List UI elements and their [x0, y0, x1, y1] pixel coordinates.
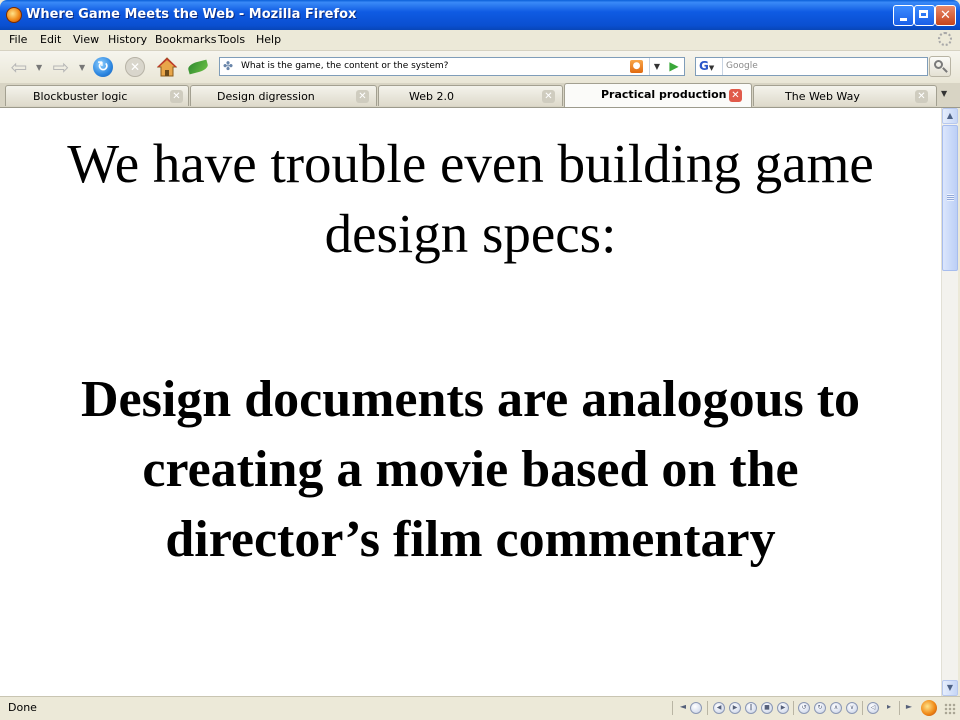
menu-tools[interactable]: Tools: [218, 33, 245, 46]
menu-help[interactable]: Help: [256, 33, 281, 46]
tab-design-digression[interactable]: Design digression ✕: [190, 85, 377, 106]
search-engine-glyph: G: [699, 59, 709, 73]
close-button[interactable]: ✕: [935, 5, 956, 26]
scroll-left-icon[interactable]: ◄: [677, 702, 689, 714]
tab-label: Web 2.0: [409, 90, 454, 103]
tab-web-2[interactable]: Web 2.0 ✕: [378, 85, 563, 106]
scrollbar-thumb[interactable]: [942, 125, 958, 271]
tab-label: The Web Way: [785, 90, 860, 103]
status-bar: Done ◄ ◀ ▶ ‖ ■ ▶ ↺ ↻ ∧ ∨ ◁ ▸ ►: [0, 696, 960, 720]
stop-icon[interactable]: ✕: [125, 57, 145, 77]
menu-history[interactable]: History: [108, 33, 147, 46]
reload-icon[interactable]: ↻: [93, 57, 113, 77]
menu-bookmarks[interactable]: Bookmarks: [155, 33, 216, 46]
tab-close-icon[interactable]: ✕: [915, 90, 928, 103]
tab-close-icon[interactable]: ✕: [542, 90, 555, 103]
leaf-icon[interactable]: [187, 59, 209, 75]
back-arrow-icon[interactable]: ⇦: [8, 57, 30, 77]
minimize-icon: [900, 18, 907, 21]
resize-grip-icon[interactable]: [944, 703, 956, 715]
tab-close-icon[interactable]: ✕: [729, 89, 742, 102]
media-pause-icon[interactable]: ‖: [745, 702, 757, 714]
volume-icon[interactable]: ◁: [867, 702, 879, 714]
tab-label: Blockbuster logic: [33, 90, 128, 103]
shuffle-icon[interactable]: ∨: [846, 702, 858, 714]
firefox-icon: [6, 7, 22, 23]
vertical-scrollbar[interactable]: ▲ ▼: [941, 108, 958, 696]
menu-file[interactable]: File: [9, 33, 27, 46]
page-favicon-icon: ✤: [223, 59, 234, 73]
addon-status-icon[interactable]: [690, 702, 702, 714]
go-arrow-icon[interactable]: ▶: [667, 59, 681, 73]
home-icon[interactable]: [156, 56, 178, 78]
maximize-icon: [919, 10, 928, 18]
slide-point-line-2: creating a movie based on the: [142, 441, 799, 498]
search-bar[interactable]: G▼ Google: [695, 57, 928, 76]
forward-icon[interactable]: ↻: [814, 702, 826, 714]
tab-practical-production[interactable]: Practical production ✕: [564, 83, 752, 107]
menu-bar: File Edit View History Bookmarks Tools H…: [0, 30, 960, 51]
media-next-icon[interactable]: ▶: [777, 702, 789, 714]
tab-bar: Blockbuster logic ✕ Design digression ✕ …: [0, 83, 960, 108]
scroll-down-arrow-icon[interactable]: ▼: [942, 680, 958, 696]
rewind-icon[interactable]: ↺: [798, 702, 810, 714]
tab-blockbuster-logic[interactable]: Blockbuster logic ✕: [5, 85, 189, 106]
media-play-icon[interactable]: ▶: [729, 702, 741, 714]
search-engine-icon[interactable]: G▼: [697, 58, 723, 75]
scroll-up-arrow-icon[interactable]: ▲: [942, 108, 958, 124]
media-stop-icon[interactable]: ■: [761, 702, 773, 714]
tab-label: Design digression: [217, 90, 315, 103]
slide-point-line-3: director’s film commentary: [165, 511, 776, 568]
repeat-icon[interactable]: ∧: [830, 702, 842, 714]
close-icon: ✕: [940, 8, 951, 23]
tab-close-icon[interactable]: ✕: [356, 90, 369, 103]
slide-intro-line-2: design specs:: [324, 203, 617, 264]
firefox-status-icon[interactable]: [921, 700, 937, 716]
forward-arrow-icon[interactable]: ⇨: [50, 57, 72, 77]
url-text[interactable]: What is the game, the content or the sys…: [241, 61, 448, 71]
back-history-dropdown-icon[interactable]: ▼: [36, 63, 42, 72]
volume-slider-arrow-icon[interactable]: ▸: [883, 702, 895, 714]
search-input[interactable]: Google: [726, 61, 758, 71]
menu-view[interactable]: View: [73, 33, 99, 46]
media-previous-icon[interactable]: ◀: [713, 702, 725, 714]
minimize-button[interactable]: [893, 5, 914, 26]
forward-history-dropdown-icon[interactable]: ▼: [79, 63, 85, 72]
menu-edit[interactable]: Edit: [40, 33, 61, 46]
url-history-dropdown-icon[interactable]: ▼: [649, 58, 664, 75]
maximize-button[interactable]: [914, 5, 935, 26]
throbber-icon: [938, 32, 952, 46]
page-content: We have trouble even building game desig…: [0, 108, 941, 696]
slide-point-line-1: Design documents are analogous to: [80, 371, 861, 428]
tab-the-web-way[interactable]: The Web Way ✕: [753, 85, 937, 106]
tab-label: Practical production: [601, 88, 727, 101]
slide-intro-line-1: We have trouble even building game: [67, 133, 874, 194]
tab-list-dropdown-icon[interactable]: ▼: [941, 89, 947, 98]
address-bar[interactable]: ✤ What is the game, the content or the s…: [219, 57, 685, 76]
status-text: Done: [8, 701, 37, 714]
scroll-right-icon[interactable]: ►: [903, 702, 915, 714]
feed-icon[interactable]: ●: [630, 60, 643, 73]
tab-close-icon[interactable]: ✕: [170, 90, 183, 103]
window-title: Where Game Meets the Web - Mozilla Firef…: [26, 7, 357, 22]
search-button[interactable]: [929, 56, 951, 77]
title-bar[interactable]: Where Game Meets the Web - Mozilla Firef…: [0, 0, 960, 30]
